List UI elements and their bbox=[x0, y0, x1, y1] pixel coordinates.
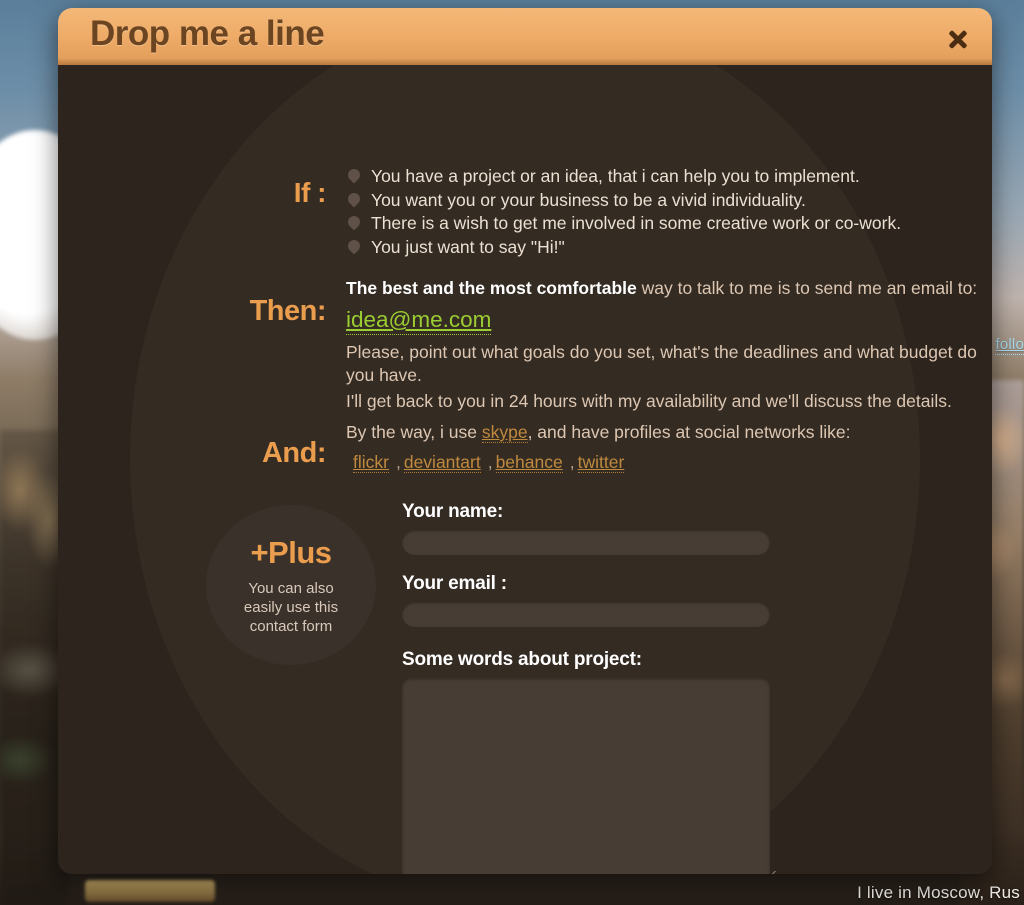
modal-body: If : You have a project or an idea, that… bbox=[58, 65, 992, 874]
if-item-text: You just want to say "Hi!" bbox=[371, 236, 565, 257]
then-lead-rest: way to talk to me is to send me an email… bbox=[636, 278, 978, 298]
section-if-label: If : bbox=[293, 177, 327, 208]
contact-form: Your name: Your email : Some words about… bbox=[402, 501, 782, 874]
location-note: I live in Moscow, Rus bbox=[857, 883, 1020, 902]
list-item: You just want to say "Hi!" bbox=[345, 236, 901, 259]
then-lead-strong: The best and the most comfortable bbox=[346, 278, 637, 298]
message-field-wrap: Some words about project: bbox=[402, 649, 782, 874]
name-input[interactable] bbox=[402, 530, 770, 555]
section-and-label: And: bbox=[261, 437, 327, 469]
social-links-list: flickr, deviantart, behance, twitter bbox=[346, 452, 986, 473]
social-link-behance[interactable]: behance bbox=[495, 452, 563, 473]
close-icon[interactable] bbox=[947, 28, 969, 50]
pin-bullet-icon bbox=[345, 166, 363, 184]
name-field-label: Your name: bbox=[402, 501, 504, 522]
then-paragraph-2: I'll get back to you in 24 hours with my… bbox=[346, 391, 952, 411]
social-separator: , bbox=[487, 452, 493, 472]
social-link-flickr[interactable]: flickr bbox=[353, 452, 389, 473]
and-lead-line: By the way, i use skype, and have profil… bbox=[346, 420, 986, 444]
drop-me-a-line-modal: Drop me a line If : You have a project o… bbox=[58, 8, 992, 874]
section-then-label: Then: bbox=[249, 295, 327, 327]
list-item: There is a wish to get me involved in so… bbox=[345, 212, 902, 235]
if-item-text: There is a wish to get me involved in so… bbox=[371, 213, 902, 233]
skype-link[interactable]: skype bbox=[481, 422, 528, 443]
if-condition-list: You have a project or an idea, that i ca… bbox=[345, 165, 902, 259]
background-boat-shape bbox=[85, 880, 215, 902]
email-input[interactable] bbox=[402, 602, 770, 627]
modal-header: Drop me a line bbox=[58, 8, 992, 65]
section-then-body: The best and the most comfortable way to… bbox=[346, 277, 986, 413]
list-item: You want you or your business to be a vi… bbox=[345, 189, 901, 212]
social-separator: , bbox=[395, 452, 401, 472]
pin-bullet-icon bbox=[345, 190, 363, 207]
then-lead-line: The best and the most comfortable way to… bbox=[346, 277, 986, 300]
social-separator: , bbox=[569, 452, 575, 472]
plus-bubble-title: +Plus bbox=[250, 535, 332, 570]
plus-bubble-subtitle: You can also easily use this contact for… bbox=[243, 580, 339, 635]
message-textarea[interactable] bbox=[402, 678, 770, 874]
pin-bullet-icon bbox=[345, 213, 363, 231]
email-field-label: Your email : bbox=[402, 573, 507, 594]
list-item: You have a project or an idea, that i ca… bbox=[345, 165, 901, 188]
modal-title: Drop me a line bbox=[90, 14, 325, 53]
name-field-wrap: Your name: bbox=[402, 501, 782, 555]
social-link-twitter[interactable]: twitter bbox=[577, 452, 625, 473]
if-item-text: You want you or your business to be a vi… bbox=[371, 189, 806, 210]
social-link-deviantart[interactable]: deviantart bbox=[403, 452, 481, 473]
and-lead-after: , and have profiles at social networks l… bbox=[527, 422, 851, 442]
then-paragraph-1: Please, point out what goals do you set,… bbox=[346, 342, 977, 385]
email-field-wrap: Your email : bbox=[402, 573, 782, 627]
follow-link[interactable]: follo bbox=[995, 336, 1024, 355]
pin-bullet-icon bbox=[345, 237, 363, 254]
and-lead-before: By the way, i use bbox=[346, 422, 482, 442]
section-and-body: By the way, i use skype, and have profil… bbox=[346, 420, 986, 473]
email-link[interactable]: idea@me.com bbox=[346, 306, 492, 335]
message-field-label: Some words about project: bbox=[402, 649, 642, 670]
plus-bubble: +Plus You can also easily use this conta… bbox=[206, 505, 376, 665]
if-item-text: You have a project or an idea, that i ca… bbox=[371, 166, 860, 186]
